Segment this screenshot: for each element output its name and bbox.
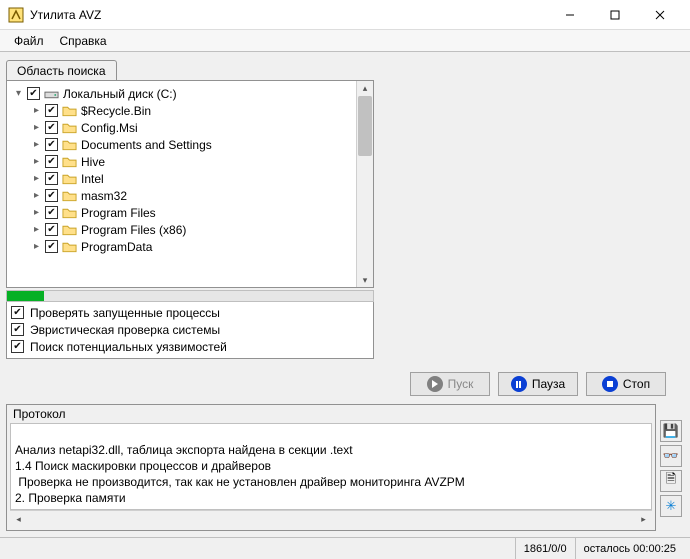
expand-icon[interactable]: ▸ (31, 122, 42, 133)
maximize-button[interactable] (592, 0, 637, 29)
checkbox[interactable] (45, 121, 58, 134)
status-remaining: осталось 00:00:25 (575, 538, 684, 559)
folder-icon (62, 155, 77, 169)
expand-icon[interactable]: ▸ (31, 156, 42, 167)
view-log-button[interactable]: 👓 (660, 445, 682, 467)
checkbox[interactable] (45, 138, 58, 151)
tree-item[interactable]: ▸Intel (7, 170, 373, 187)
checkbox[interactable] (45, 223, 58, 236)
tab-scan-area[interactable]: Область поиска (6, 60, 117, 81)
tree-item[interactable]: ▸ProgramData (7, 238, 373, 255)
expand-icon[interactable]: ▸ (31, 139, 42, 150)
collapse-icon[interactable]: ▾ (13, 88, 24, 99)
scroll-down-icon[interactable]: ▾ (357, 273, 373, 287)
window-title: Утилита AVZ (30, 8, 547, 22)
protocol-log[interactable]: Анализ netapi32.dll, таблица экспорта на… (10, 423, 652, 510)
expand-icon[interactable]: ▸ (31, 241, 42, 252)
save-log-button[interactable]: 💾 (660, 420, 682, 442)
tree-item[interactable]: ▸masm32 (7, 187, 373, 204)
start-button[interactable]: Пуск (410, 372, 490, 396)
scroll-up-icon[interactable]: ▴ (357, 81, 373, 95)
checkbox[interactable] (11, 323, 24, 336)
window-titlebar: Утилита AVZ (0, 0, 690, 30)
menu-file[interactable]: Файл (6, 32, 52, 50)
app-icon (8, 7, 24, 23)
scan-tree: ▾ Локальный диск (C:) ▸$Recycle.Bin ▸Con… (6, 80, 374, 288)
pause-icon (511, 376, 527, 392)
copy-log-button[interactable]: 🗎 (660, 470, 682, 492)
glasses-icon: 👓 (663, 448, 679, 464)
tree-root[interactable]: ▾ Локальный диск (C:) (7, 85, 373, 102)
stop-icon (602, 376, 618, 392)
expand-icon[interactable]: ▸ (31, 105, 42, 116)
checkbox[interactable] (11, 306, 24, 319)
opt-heuristic[interactable]: Эвристическая проверка системы (11, 321, 369, 338)
minimize-button[interactable] (547, 0, 592, 29)
checkbox[interactable] (27, 87, 40, 100)
checkbox[interactable] (45, 206, 58, 219)
menu-bar: Файл Справка (0, 30, 690, 52)
folder-icon (62, 121, 77, 135)
checkbox[interactable] (45, 172, 58, 185)
checkbox[interactable] (11, 340, 24, 353)
play-icon (427, 376, 443, 392)
opt-check-processes[interactable]: Проверять запущенные процессы (11, 304, 369, 321)
pause-button[interactable]: Пауза (498, 372, 578, 396)
expand-icon[interactable]: ▸ (31, 173, 42, 184)
tree-item[interactable]: ▸Hive (7, 153, 373, 170)
gear-icon: ✳ (666, 498, 677, 514)
checkbox[interactable] (45, 155, 58, 168)
tree-item[interactable]: ▸Program Files (x86) (7, 221, 373, 238)
tree-root-label: Локальный диск (C:) (63, 87, 177, 101)
expand-icon[interactable]: ▸ (31, 207, 42, 218)
checkbox[interactable] (45, 240, 58, 253)
drive-icon (44, 87, 59, 101)
checkbox[interactable] (45, 104, 58, 117)
scan-options: Проверять запущенные процессы Эвристичес… (6, 302, 374, 359)
protocol-toolbar: 💾 👓 🗎 ✳ (660, 404, 684, 531)
tree-item[interactable]: ▸Documents and Settings (7, 136, 373, 153)
opt-vulnerabilities[interactable]: Поиск потенциальных уязвимостей (11, 338, 369, 355)
stop-button[interactable]: Стоп (586, 372, 666, 396)
folder-icon (62, 172, 77, 186)
checkbox[interactable] (45, 189, 58, 202)
folder-icon (62, 223, 77, 237)
expand-icon[interactable]: ▸ (31, 190, 42, 201)
progress-fill (7, 291, 44, 301)
expand-icon[interactable]: ▸ (31, 224, 42, 235)
document-icon: 🗎 (666, 470, 676, 492)
close-button[interactable] (637, 0, 682, 29)
scroll-left-icon[interactable]: ◂ (10, 511, 27, 527)
scroll-right-icon[interactable]: ▸ (635, 511, 652, 527)
protocol-panel: Протокол Анализ netapi32.dll, таблица эк… (6, 404, 656, 531)
scroll-thumb[interactable] (358, 96, 372, 156)
menu-help[interactable]: Справка (52, 32, 115, 50)
protocol-title: Протокол (7, 405, 655, 423)
status-counts: 1861/0/0 (515, 538, 575, 559)
tree-scrollbar[interactable]: ▴ ▾ (356, 81, 373, 287)
folder-icon (62, 206, 77, 220)
folder-icon (62, 189, 77, 203)
tree-item[interactable]: ▸Program Files (7, 204, 373, 221)
settings-button[interactable]: ✳ (660, 495, 682, 517)
tree-item[interactable]: ▸Config.Msi (7, 119, 373, 136)
protocol-hscroll[interactable]: ◂ ▸ (10, 510, 652, 527)
save-icon: 💾 (663, 423, 679, 439)
folder-icon (62, 240, 77, 254)
folder-icon (62, 104, 77, 118)
folder-icon (62, 138, 77, 152)
scan-progress (6, 290, 374, 302)
status-bar: 1861/0/0 осталось 00:00:25 (0, 537, 690, 559)
tree-item[interactable]: ▸$Recycle.Bin (7, 102, 373, 119)
